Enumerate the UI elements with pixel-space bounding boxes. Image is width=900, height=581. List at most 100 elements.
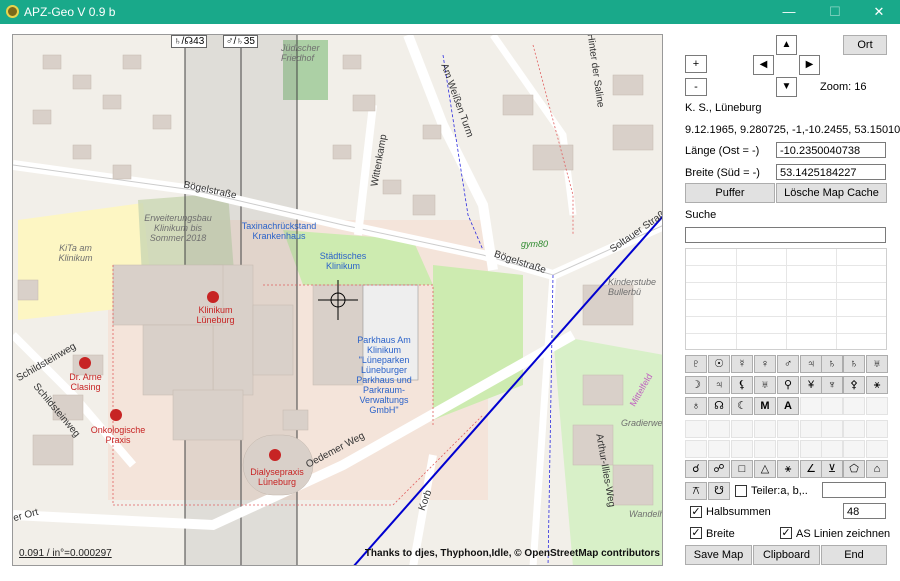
pan-left-button[interactable]: ◀	[753, 55, 774, 75]
halbsummen-label: Halbsummen	[706, 506, 771, 518]
zoom-level: Zoom: 16	[820, 81, 867, 93]
aspect-button[interactable]: □	[731, 460, 753, 478]
doctor-icon	[269, 449, 281, 461]
label-cemetery: Jüdischer Friedhof	[281, 43, 320, 63]
teiler-input[interactable]	[822, 482, 886, 498]
empty-cell	[866, 440, 888, 458]
symbol-button[interactable]: ♂	[777, 355, 799, 373]
symbol-button[interactable]: ♀	[754, 355, 776, 373]
strip-label-1: ♄/☊43	[171, 35, 208, 48]
puffer-button[interactable]: Puffer	[685, 183, 775, 203]
save-map-button[interactable]: Save Map	[685, 545, 752, 565]
symbol-button[interactable]: ♅	[866, 355, 888, 373]
symbol-button[interactable]: ♄	[843, 355, 865, 373]
aspect-button[interactable]: ∠	[800, 460, 822, 478]
search-input[interactable]	[685, 227, 886, 243]
breite-check-label: Breite	[706, 528, 735, 540]
close-button[interactable]: ✕	[856, 0, 900, 24]
label-kita: KiTa am Klinikum	[58, 243, 93, 263]
symbol-button[interactable]: ☽	[685, 376, 707, 394]
label-gradierweg: Gradierweg	[621, 418, 663, 428]
teiler-label: Teiler:a, b,..	[751, 485, 808, 497]
result-grid[interactable]	[685, 248, 887, 350]
green-park-2	[433, 265, 523, 420]
aspect-button[interactable]: ☍	[708, 460, 730, 478]
doctor-icon	[110, 409, 122, 421]
symbol-button[interactable]: ☋	[708, 482, 730, 500]
doctor-icon	[79, 357, 91, 369]
suche-label: Suche	[685, 209, 717, 221]
empty-cell	[843, 420, 865, 438]
symbol-button[interactable]: ♅	[754, 376, 776, 394]
halbsummen-checkbox[interactable]: ✓	[690, 506, 702, 518]
label-gym80: gym80	[521, 239, 549, 249]
map-canvas	[13, 35, 662, 565]
label-parkhaus: Parkhaus Am Klinikum "Lüneparken Lünebur…	[356, 335, 412, 415]
pan-right-button[interactable]: ▶	[799, 55, 820, 75]
label-wandelhalle: Wandelh	[629, 509, 663, 519]
ort-button[interactable]: Ort	[843, 35, 887, 55]
aspect-button[interactable]: △	[754, 460, 776, 478]
halbsummen-input[interactable]: 48	[843, 503, 886, 519]
symbol-button[interactable]: ⚴	[843, 376, 865, 394]
symbol-button[interactable]: ☉	[708, 355, 730, 373]
label-onkologische: Onkologische Praxis	[90, 425, 146, 445]
zoom-in-button[interactable]: +	[685, 55, 707, 73]
symbol-button[interactable]: ☊	[708, 397, 730, 415]
teiler-checkbox[interactable]	[735, 485, 747, 497]
as-linien-checkbox[interactable]: ✓	[780, 527, 792, 539]
empty-cell	[685, 420, 707, 438]
aspect-button[interactable]: ⌂	[866, 460, 888, 478]
breite-checkbox[interactable]: ✓	[690, 527, 702, 539]
maximize-button[interactable]: ☐	[812, 0, 858, 24]
symbol-button[interactable]: ♇	[685, 355, 707, 373]
birth-data: 9.12.1965, 9.280725, -1,-10.2455, 53.150…	[685, 124, 900, 136]
empty-cell	[821, 420, 843, 438]
minimize-button[interactable]: —	[766, 0, 812, 24]
label-staedtisches-klinikum: Städtisches Klinikum	[319, 251, 367, 271]
symbol-button[interactable]: ⚹	[866, 376, 888, 394]
symbol-button[interactable]: ⚸	[731, 376, 753, 394]
symbol-button[interactable]: ♁	[685, 397, 707, 415]
symbol-button[interactable]: ☾	[731, 397, 753, 415]
empty-cell	[685, 440, 707, 458]
aspect-button[interactable]: ⚹	[777, 460, 799, 478]
label-klinikum: Klinikum Lüneburg	[196, 305, 235, 325]
pan-down-button[interactable]: ▼	[776, 77, 797, 97]
symbol-button[interactable]: ♆	[821, 376, 843, 394]
symbol-button[interactable]: M	[754, 397, 776, 415]
empty-cell	[866, 397, 888, 415]
title-bar: APZ-Geo V 0.9 b — ☐ ✕	[0, 0, 900, 24]
symbol-button[interactable]: ¥	[800, 376, 822, 394]
laenge-label: Länge (Ost = -)	[685, 145, 760, 157]
symbol-button[interactable]: A	[777, 397, 799, 415]
map-attribution: Thanks to djes, Thyphoon,Idle, © OpenStr…	[364, 548, 660, 559]
symbol-button[interactable]: ♃	[800, 355, 822, 373]
pan-up-button[interactable]: ▲	[776, 35, 797, 55]
empty-cell	[800, 397, 822, 415]
app-icon	[6, 5, 19, 18]
clear-map-cache-button[interactable]: Lösche Map Cache	[776, 183, 887, 203]
aspect-button[interactable]: ☌	[685, 460, 707, 478]
clipboard-button[interactable]: Clipboard	[753, 545, 820, 565]
aspect-button[interactable]: ⊻	[821, 460, 843, 478]
end-button[interactable]: End	[821, 545, 887, 565]
symbol-button[interactable]: ♄	[821, 355, 843, 373]
symbol-button[interactable]: ☿	[731, 355, 753, 373]
hospital-icon	[207, 291, 219, 303]
breite-input[interactable]: 53.1425184227	[776, 164, 886, 180]
aspect-button[interactable]: ⬠	[843, 460, 865, 478]
symbol-button[interactable]: ⚲	[777, 376, 799, 394]
empty-cell	[800, 440, 822, 458]
laenge-input[interactable]: -10.2350040738	[776, 142, 886, 158]
label-taxi: Taxinachrückstand Krankenhaus	[241, 221, 317, 241]
symbol-button[interactable]: ♃	[708, 376, 730, 394]
empty-cell	[843, 397, 865, 415]
window-title: APZ-Geo V 0.9 b	[24, 5, 116, 19]
symbol-button[interactable]: ⚻	[685, 482, 707, 500]
zoom-out-button[interactable]: -	[685, 78, 707, 96]
empty-cell	[731, 440, 753, 458]
map-view[interactable]: ♄/☊43 ♂/♄35 Jüdischer Friedhof Bögelstra…	[12, 34, 663, 566]
person-name: K. S., Lüneburg	[685, 102, 762, 114]
empty-cell	[754, 440, 776, 458]
